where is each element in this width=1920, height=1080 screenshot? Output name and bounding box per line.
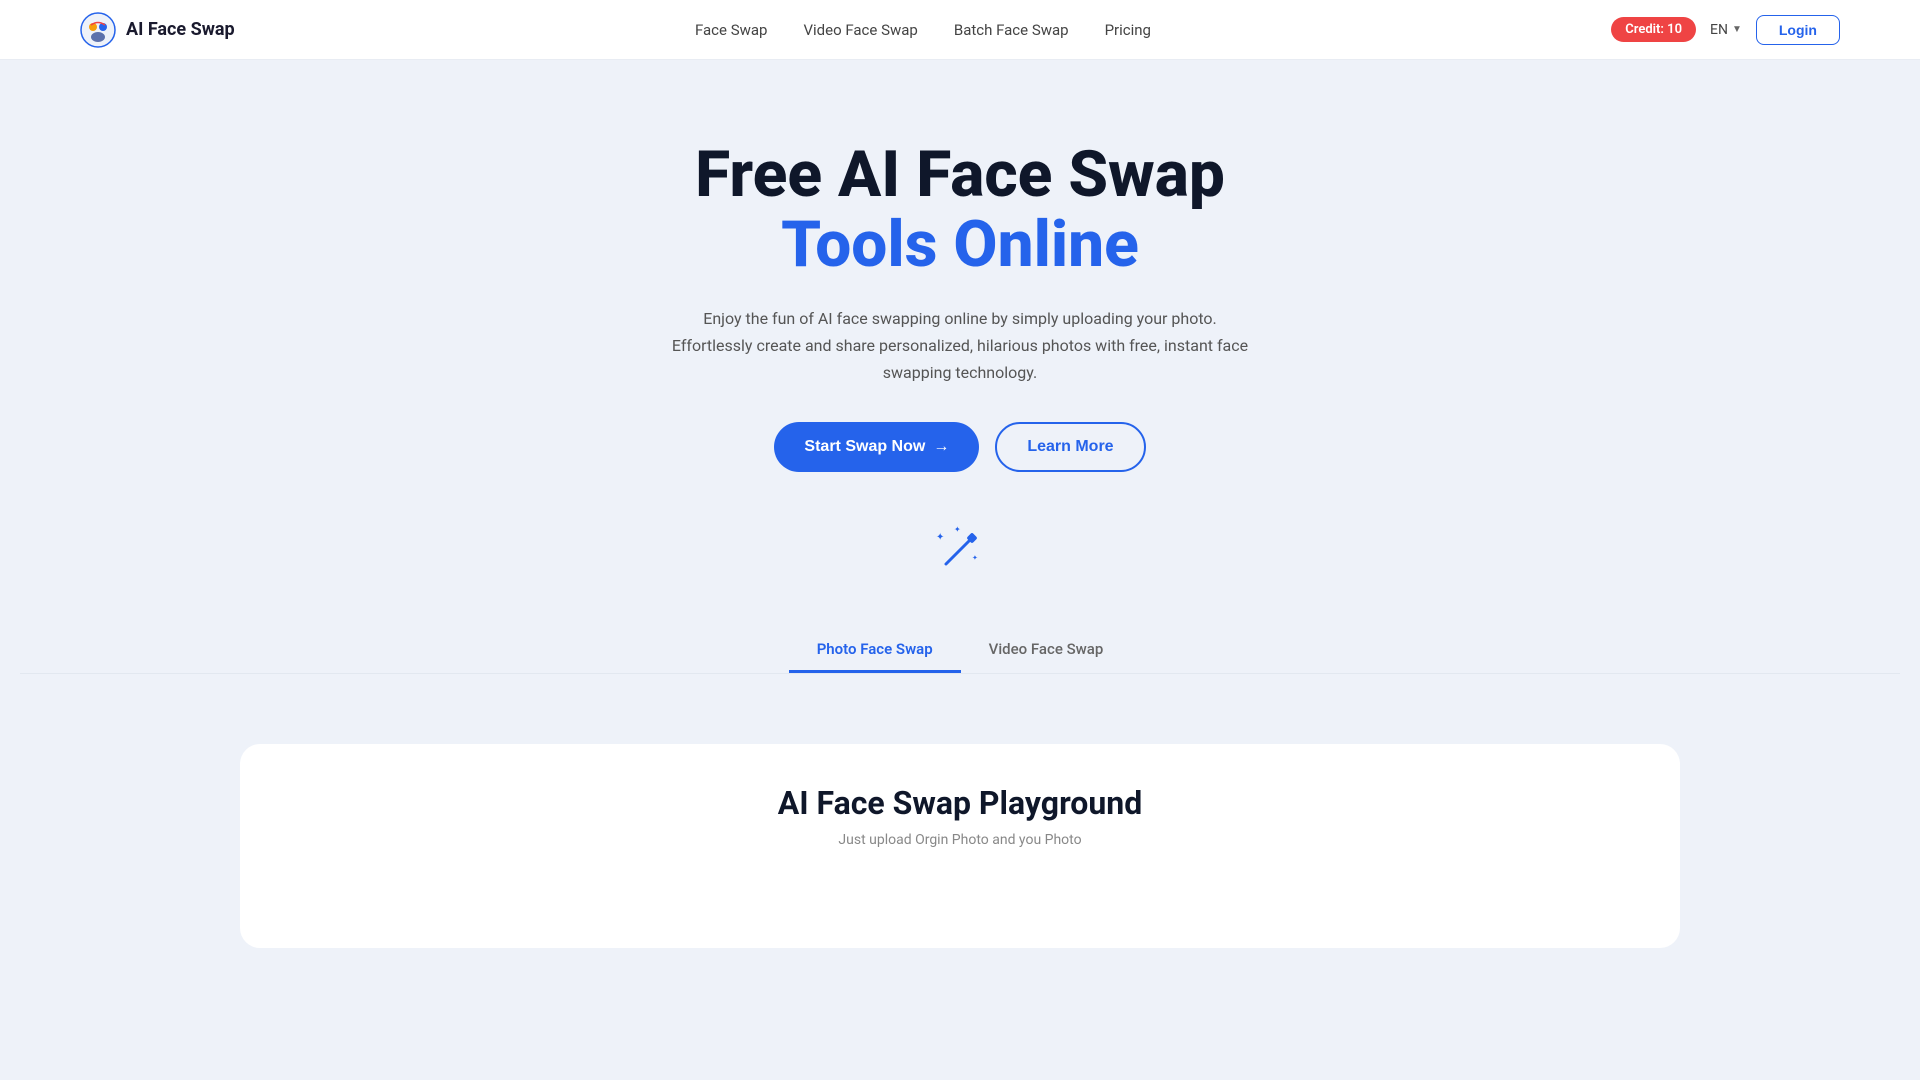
- hero-buttons: Start Swap Now → Learn More: [20, 422, 1900, 472]
- tabs-container: Photo Face Swap Video Face Swap: [789, 628, 1132, 673]
- hero-description: Enjoy the fun of AI face swapping online…: [670, 305, 1250, 387]
- start-swap-button[interactable]: Start Swap Now →: [774, 422, 979, 472]
- language-selector[interactable]: EN ▼: [1710, 22, 1742, 38]
- magic-wand-icon: ✦ ✦ ✦: [932, 522, 988, 578]
- tabs-divider: [20, 673, 1900, 674]
- hero-section: Free AI Face Swap Tools Online Enjoy the…: [0, 60, 1920, 744]
- tab-photo-face-swap[interactable]: Photo Face Swap: [789, 628, 961, 673]
- hero-title: Free AI Face Swap Tools Online: [20, 140, 1900, 281]
- nav-face-swap[interactable]: Face Swap: [695, 21, 768, 39]
- credit-badge[interactable]: Credit: 10: [1611, 17, 1696, 42]
- tabs-wrapper: Photo Face Swap Video Face Swap: [20, 628, 1900, 704]
- login-button[interactable]: Login: [1756, 15, 1840, 45]
- nav-right: Credit: 10 EN ▼ Login: [1611, 15, 1840, 45]
- logo-icon: [80, 12, 116, 48]
- tab-video-face-swap[interactable]: Video Face Swap: [961, 628, 1132, 673]
- playground-title: AI Face Swap Playground: [300, 784, 1620, 822]
- brand-logo[interactable]: AI Face Swap: [80, 12, 235, 48]
- hero-title-line2: Tools Online: [20, 210, 1900, 280]
- playground-card: AI Face Swap Playground Just upload Orgi…: [240, 744, 1680, 948]
- svg-text:✦: ✦: [936, 532, 944, 543]
- nav-video-face-swap[interactable]: Video Face Swap: [803, 21, 917, 39]
- arrow-icon: →: [933, 438, 949, 456]
- hero-title-line1: Free AI Face Swap: [20, 140, 1900, 210]
- chevron-down-icon: ▼: [1732, 24, 1742, 35]
- nav-batch-face-swap[interactable]: Batch Face Swap: [954, 21, 1069, 39]
- brand-name: AI Face Swap: [126, 19, 235, 40]
- start-swap-label: Start Swap Now: [804, 438, 925, 456]
- nav-pricing[interactable]: Pricing: [1105, 21, 1151, 39]
- playground-subtitle: Just upload Orgin Photo and you Photo: [300, 832, 1620, 848]
- navbar: AI Face Swap Face Swap Video Face Swap B…: [0, 0, 1920, 60]
- svg-text:✦: ✦: [972, 554, 978, 562]
- lang-label: EN: [1710, 22, 1728, 38]
- playground-section: AI Face Swap Playground Just upload Orgi…: [0, 744, 1920, 948]
- magic-icon-container: ✦ ✦ ✦: [20, 522, 1900, 578]
- svg-text:✦: ✦: [954, 525, 961, 534]
- nav-links: Face Swap Video Face Swap Batch Face Swa…: [695, 21, 1151, 39]
- learn-more-button[interactable]: Learn More: [995, 422, 1145, 472]
